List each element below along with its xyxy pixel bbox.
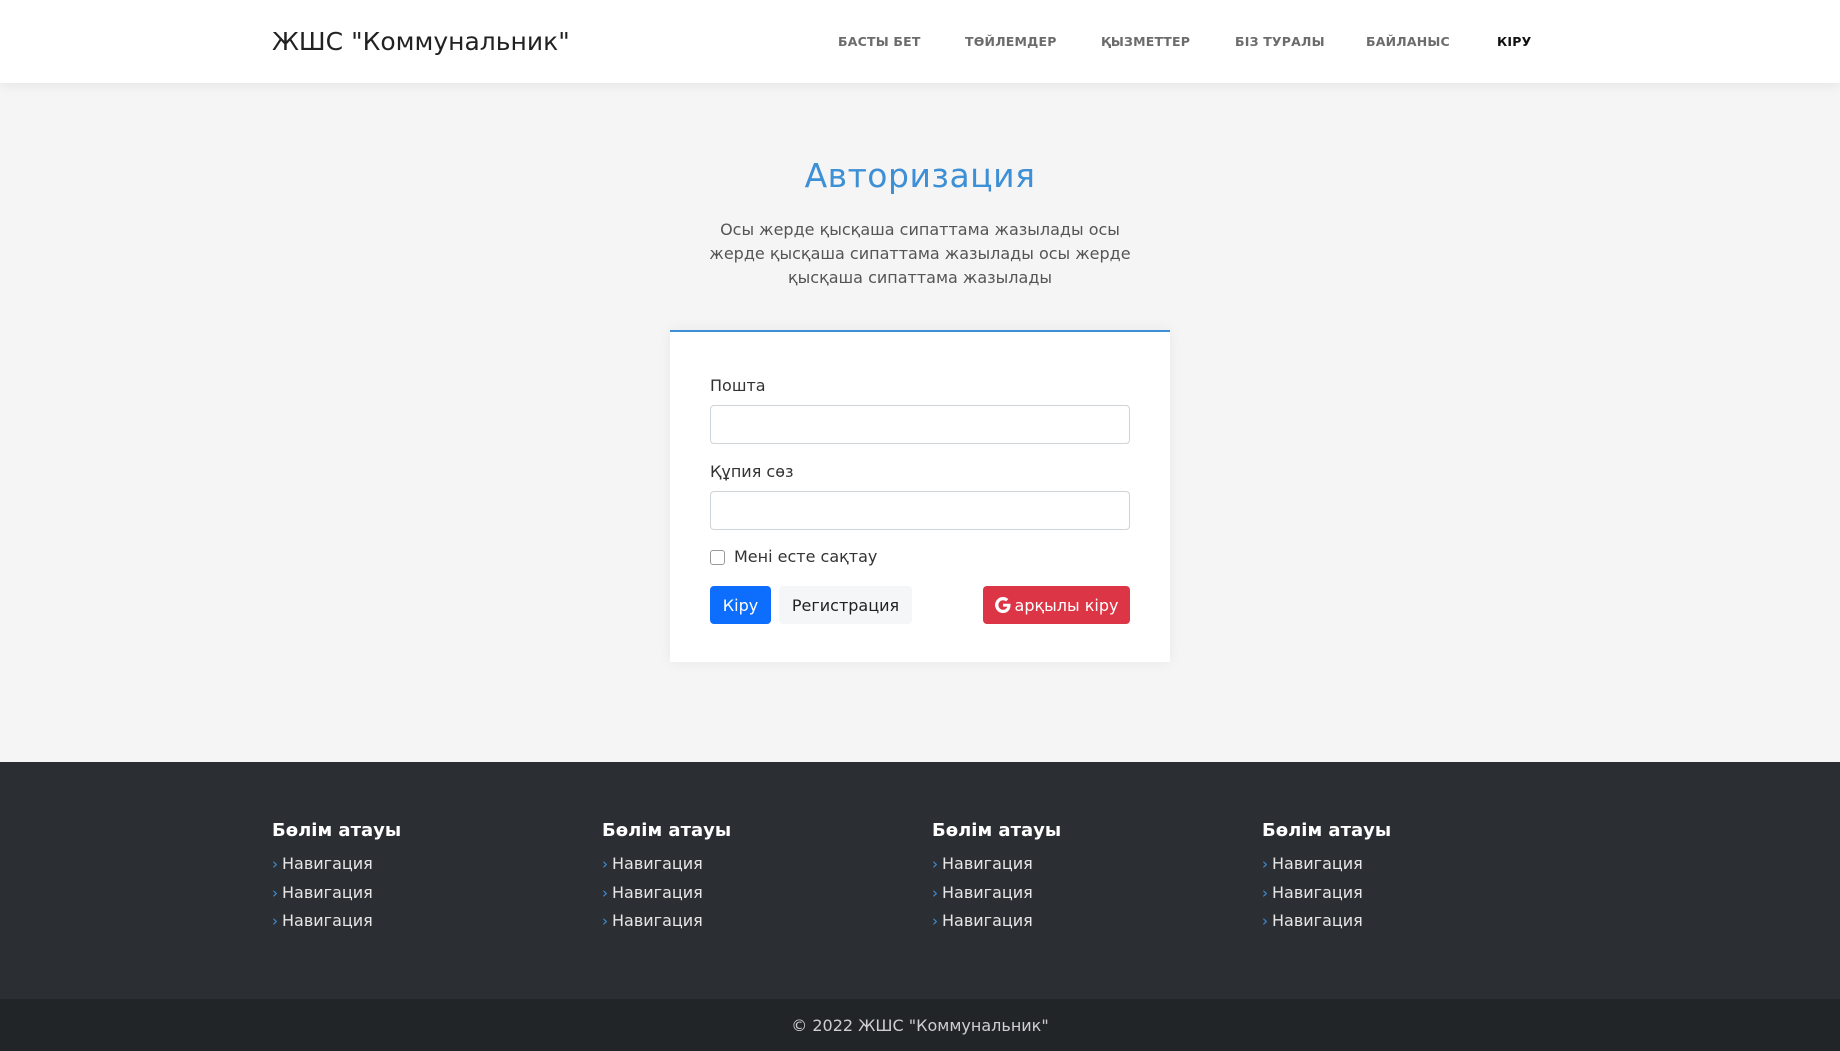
footer-link[interactable]: › Навигация	[602, 879, 902, 908]
footer-column-title: Бөлім атауы	[932, 820, 1062, 841]
google-icon	[994, 597, 1011, 613]
footer-column-title: Бөлім атауы	[602, 820, 732, 841]
footer-link[interactable]: › Навигация	[272, 850, 572, 879]
register-button[interactable]: Регистрация	[779, 586, 912, 624]
footer-column: Бөлім атауы › Навигация › Навигация › Навиг…	[932, 820, 1232, 936]
copyright-text: © 2022 ЖШС "Коммунальник"	[791, 1015, 1049, 1035]
nav-about[interactable]: БІЗ ТУРАЛЫ	[1235, 34, 1325, 49]
chevron-right-icon: ›	[932, 855, 938, 873]
footer-column-title: Бөлім атауы	[272, 820, 402, 841]
login-form-card: Пошта Құпия сөз Мені есте сақтау Кіру Ре…	[670, 330, 1170, 662]
chevron-right-icon: ›	[1262, 912, 1268, 930]
footer-link[interactable]: › Навигация	[272, 907, 572, 936]
remember-me-label[interactable]: Мені есте сақтау	[734, 547, 877, 566]
chevron-right-icon: ›	[932, 883, 938, 902]
site-header: ЖШС "Коммунальник" БАСТЫ БЕТ ТӨЙЛЕМДЕР Қ…	[0, 0, 1840, 83]
chevron-right-icon: ›	[932, 912, 938, 930]
main-nav: БАСТЫ БЕТ ТӨЙЛЕМДЕР ҚЫЗМЕТТЕР БІЗ ТУРАЛЫ…	[0, 34, 1840, 54]
footer-link[interactable]: › Навигация	[932, 907, 1232, 936]
email-field[interactable]	[710, 405, 1130, 444]
footer-link[interactable]: › Навигация	[602, 907, 902, 936]
footer-column: Бөлім атауы › Навигация › Навигация › Навиг…	[1262, 820, 1562, 936]
email-label: Пошта	[710, 376, 766, 395]
chevron-right-icon: ›	[602, 855, 608, 873]
footer-link[interactable]: › Навигация	[272, 879, 572, 908]
nav-home[interactable]: БАСТЫ БЕТ	[838, 34, 921, 49]
nav-services[interactable]: ҚЫЗМЕТТЕР	[1101, 34, 1190, 49]
chevron-right-icon: ›	[1262, 855, 1268, 873]
footer-link[interactable]: › Навигация	[932, 850, 1232, 879]
chevron-right-icon: ›	[272, 883, 278, 902]
footer-column: Бөлім атауы › Навигация › Навигация › Навиг…	[272, 820, 572, 936]
chevron-right-icon: ›	[602, 883, 608, 902]
nav-contact[interactable]: БАЙЛАНЫС	[1366, 34, 1450, 49]
chevron-right-icon: ›	[1262, 883, 1268, 902]
google-login-button[interactable]: арқылы кіру	[983, 586, 1130, 624]
copyright-bar: © 2022 ЖШС "Коммунальник"	[0, 999, 1840, 1051]
footer-link[interactable]: › Навигация	[1262, 907, 1562, 936]
footer-link[interactable]: › Навигация	[1262, 850, 1562, 879]
remember-me-checkbox[interactable]	[710, 550, 725, 565]
password-field[interactable]	[710, 491, 1130, 530]
chevron-right-icon: ›	[272, 912, 278, 930]
page-description: Осы жерде қысқаша сипаттама жазылады осы…	[709, 220, 1131, 287]
page-title: Авторизация	[804, 156, 1036, 195]
footer-link[interactable]: › Навигация	[932, 879, 1232, 908]
footer-column: Бөлім атауы › Навигация › Навигация › Навиг…	[602, 820, 902, 936]
chevron-right-icon: ›	[272, 855, 278, 873]
login-button[interactable]: Кіру	[710, 586, 771, 624]
nav-payments[interactable]: ТӨЙЛЕМДЕР	[965, 34, 1057, 49]
site-footer: Бөлім атауы › Навигация › Навигация › Навиг…	[0, 762, 1840, 999]
chevron-right-icon: ›	[602, 912, 608, 930]
footer-link[interactable]: › Навигация	[602, 850, 902, 879]
nav-login[interactable]: КІРУ	[1497, 34, 1531, 49]
footer-link[interactable]: › Навигация	[1262, 879, 1562, 908]
google-button-label: арқылы кіру	[1014, 595, 1119, 615]
password-label: Құпия сөз	[710, 462, 794, 481]
footer-column-title: Бөлім атауы	[1262, 820, 1392, 841]
